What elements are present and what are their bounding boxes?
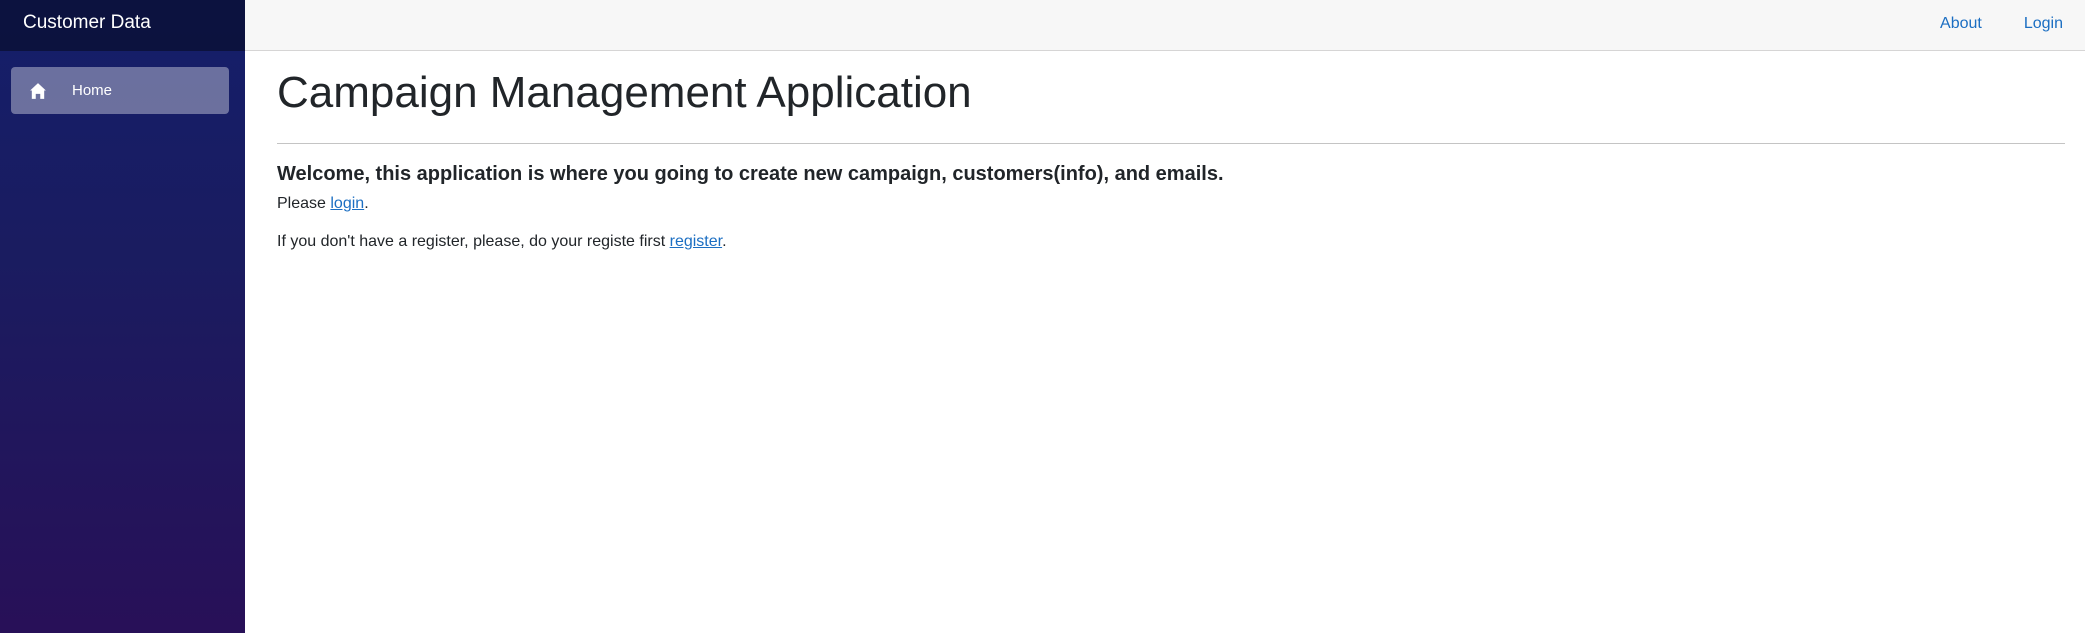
top-bar: About Login — [245, 0, 2085, 51]
app-window: Customer Data Home About Login Campaign … — [0, 0, 2085, 633]
register-suffix-text: . — [722, 233, 727, 250]
sidebar-item-label: Home — [72, 82, 113, 99]
brand-link[interactable]: Customer Data — [23, 12, 151, 34]
home-icon — [28, 81, 48, 101]
register-link[interactable]: register — [670, 233, 722, 250]
sidebar-nav: Home — [0, 51, 245, 114]
register-paragraph: If you don't have a register, please, do… — [277, 233, 2067, 251]
login-prefix-text: Please — [277, 195, 331, 212]
login-suffix-text: . — [364, 195, 369, 212]
login-nav-link[interactable]: Login — [2024, 15, 2063, 33]
about-link[interactable]: About — [1940, 15, 1982, 33]
login-paragraph: Please login. — [277, 195, 2067, 213]
welcome-heading: Welcome, this application is where you g… — [277, 163, 1224, 185]
main-content: Campaign Management Application Welcome,… — [277, 51, 2067, 251]
divider — [277, 143, 2065, 144]
login-link[interactable]: login — [330, 195, 364, 212]
sidebar-header: Customer Data — [0, 0, 245, 51]
sidebar: Customer Data Home — [0, 0, 245, 633]
page-title: Campaign Management Application — [277, 68, 972, 117]
sidebar-item-home[interactable]: Home — [11, 67, 229, 114]
register-prefix-text: If you don't have a register, please, do… — [277, 233, 670, 250]
